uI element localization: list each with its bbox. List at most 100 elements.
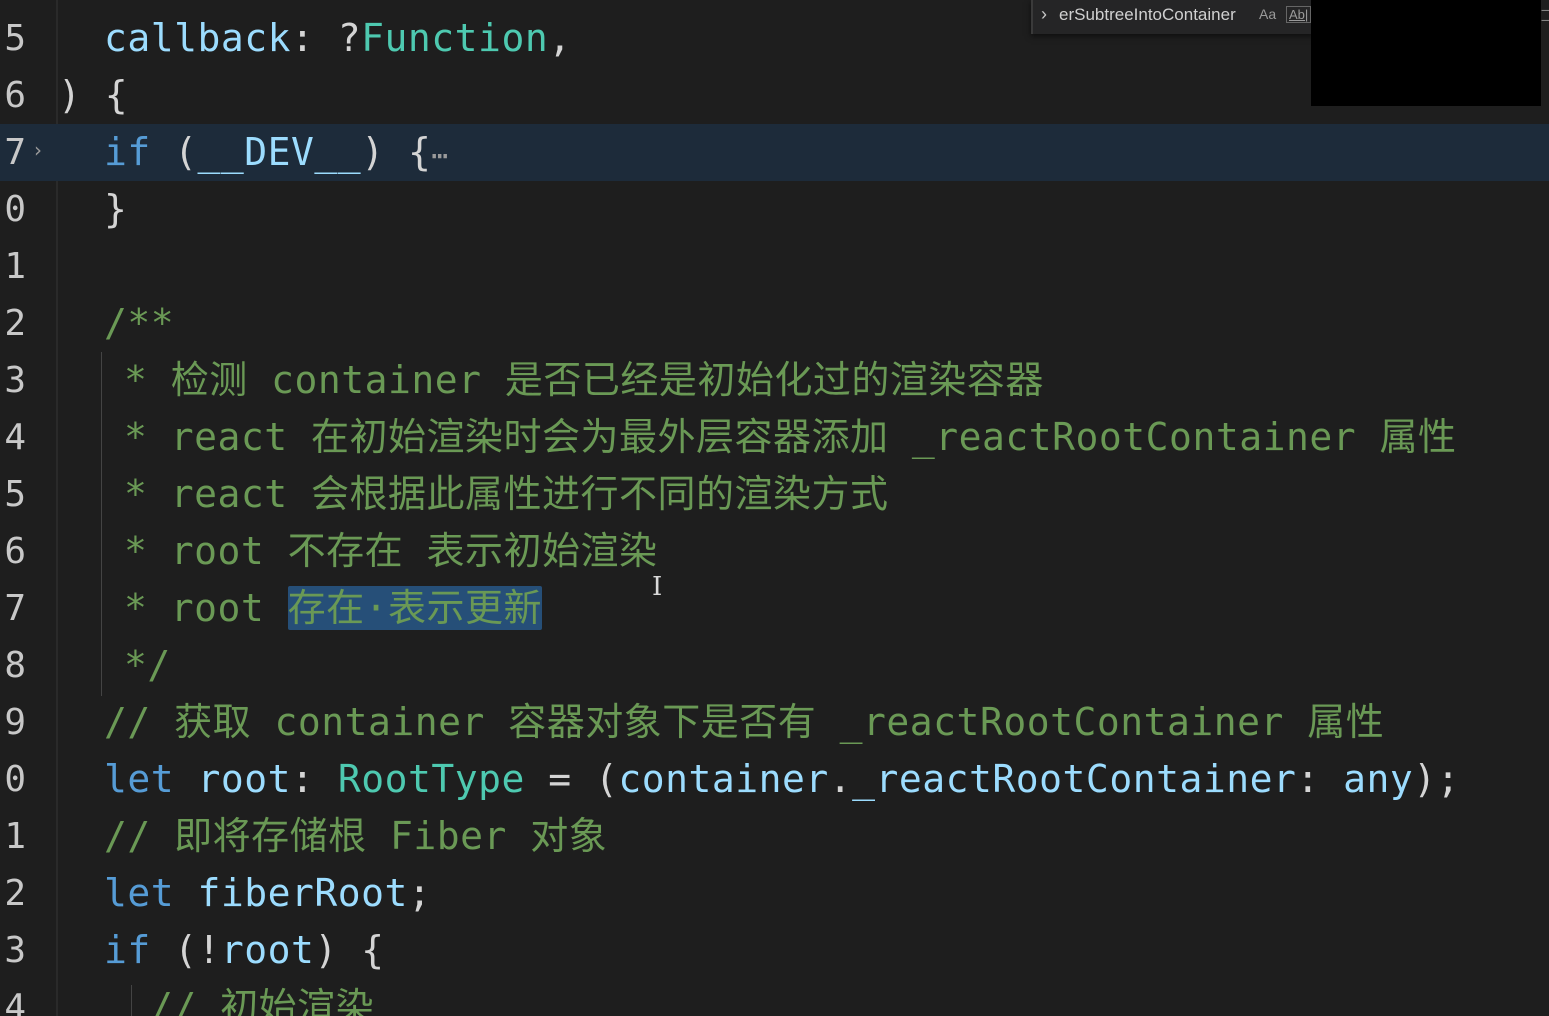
line-number: 4: [4, 987, 26, 1016]
code-token: ) {: [361, 130, 432, 174]
code-text[interactable]: if (__DEV__) {⋯: [104, 124, 449, 184]
code-text[interactable]: let root: RootType = (container._reactRo…: [104, 751, 1460, 808]
code-line[interactable]: 2 let fiberRoot;: [0, 865, 1549, 922]
line-number: 8: [4, 645, 26, 686]
code-line[interactable]: 5 * react 会根据此属性进行不同的渲染方式: [0, 466, 1549, 523]
code-token: */: [124, 643, 171, 687]
code-line[interactable]: 1 // 即将存储根 Fiber 对象: [0, 808, 1549, 865]
fold-chevron-icon[interactable]: ›: [34, 138, 42, 162]
code-token: if: [104, 928, 151, 972]
code-text[interactable]: // 获取 container 容器对象下是否有 _reactRootConta…: [104, 694, 1384, 751]
line-number: 5: [4, 18, 26, 59]
code-token: // 即将存储根 Fiber 对象: [104, 814, 608, 858]
code-text[interactable]: if (!root) {: [104, 922, 385, 979]
code-token: fiberRoot: [197, 871, 408, 915]
code-line[interactable]: 0}: [0, 181, 1549, 238]
code-line[interactable]: 3 if (!root) {: [0, 922, 1549, 979]
code-editor[interactable]: 5 callback: ?Function, 6 ) { 7 › if (__DEV__) …: [0, 0, 1549, 1016]
find-input[interactable]: erSubtreeIntoContainer: [1059, 5, 1236, 25]
code-line[interactable]: 4 * react 在初始渲染时会为最外层容器添加 _reactRootConta…: [0, 409, 1549, 466]
code-line[interactable]: 0 let root: RootType = (container._reactR…: [0, 751, 1549, 808]
code-token: if: [104, 130, 151, 174]
code-token: any: [1343, 757, 1414, 801]
code-line[interactable]: 2 /**: [0, 295, 1549, 352]
code-text[interactable]: // 初始渲染: [150, 979, 374, 1016]
code-token: Function: [361, 16, 549, 60]
code-token: }: [104, 187, 128, 231]
line-number: 3: [4, 930, 26, 971]
code-token: );: [1413, 757, 1461, 801]
code-text[interactable]: // 即将存储根 Fiber 对象: [104, 808, 607, 865]
minimap[interactable]: ——: [1541, 6, 1549, 26]
code-text[interactable]: /**: [104, 295, 174, 352]
code-line[interactable]: 9 // 获取 container 容器对象下是否有 _reactRootCont…: [0, 694, 1549, 751]
code-text[interactable]: * react 会根据此属性进行不同的渲染方式: [124, 466, 889, 523]
code-text[interactable]: * root 不存在 表示初始渲染: [124, 523, 658, 580]
code-line[interactable]: 6 * root 不存在 表示初始渲染: [0, 523, 1549, 580]
code-token: root: [220, 928, 315, 972]
match-case-toggle[interactable]: Aa: [1259, 6, 1276, 22]
line-number: 9: [4, 702, 26, 743]
code-token: :: [291, 757, 338, 801]
code-token: ;: [407, 871, 432, 915]
line-number: 4: [4, 417, 26, 458]
line-number: 2: [4, 303, 26, 344]
line-number: 6: [4, 531, 26, 572]
text-cursor-icon: I: [652, 572, 663, 602]
line-number: 7: [4, 132, 26, 173]
code-token: root: [197, 757, 292, 801]
code-token: RootType: [337, 757, 525, 801]
find-widget[interactable]: › erSubtreeIntoContainer Aa Ab|: [1031, 0, 1313, 34]
code-line[interactable]: 8 */: [0, 637, 1549, 694]
code-token: * react 会根据此属性进行不同的渲染方式: [124, 472, 889, 516]
code-token: * root 不存在 表示初始渲染: [124, 529, 658, 573]
code-token: * react 在初始渲染时会为最外层容器添加 _reactRootContai…: [124, 415, 1457, 459]
code-text[interactable]: */: [124, 637, 171, 694]
line-number: 5: [4, 474, 26, 515]
code-line[interactable]: 3 * 检测 container 是否已经是初始化过的渲染容器: [0, 352, 1549, 409]
code-token: (!: [150, 928, 221, 972]
code-text[interactable]: * root 存在·表示更新: [124, 580, 543, 637]
code-token: // 获取 container 容器对象下是否有 _reactRootConta…: [104, 700, 1385, 744]
line-number: 1: [4, 246, 26, 287]
code-text[interactable]: ) {: [58, 67, 128, 124]
code-token: let: [104, 871, 175, 915]
whole-word-toggle[interactable]: Ab|: [1286, 6, 1312, 23]
code-text[interactable]: callback: ?Function,: [104, 10, 572, 67]
code-text[interactable]: * 检测 container 是否已经是初始化过的渲染容器: [124, 352, 1044, 409]
code-token: .: [828, 757, 853, 801]
line-number: 6: [4, 75, 26, 116]
code-text[interactable]: }: [104, 181, 127, 238]
code-token: callback: [104, 16, 292, 60]
code-token: // 初始渲染: [150, 985, 375, 1016]
code-token: ) {: [58, 73, 129, 117]
code-token: * root: [124, 586, 288, 630]
code-line[interactable]: 4 // 初始渲染: [0, 979, 1549, 1016]
line-number: 0: [4, 759, 26, 800]
code-token: = (: [524, 757, 619, 801]
code-token: : ?: [291, 16, 362, 60]
code-line[interactable]: 1: [0, 238, 1549, 295]
code-token: let: [104, 757, 175, 801]
selected-text: 存在·表示更新: [287, 586, 543, 630]
code-token: ,: [548, 16, 572, 60]
code-token: ) {: [314, 928, 385, 972]
code-token: /**: [104, 301, 175, 345]
code-line[interactable]: 7 › if (__DEV__) {⋯: [0, 124, 1549, 181]
code-token: __DEV__: [197, 130, 362, 174]
line-number: 0: [4, 189, 26, 230]
code-line[interactable]: 7 * root 存在·表示更新: [0, 580, 1549, 637]
chevron-right-icon[interactable]: ›: [1041, 4, 1047, 25]
code-token: * 检测 container 是否已经是初始化过的渲染容器: [124, 358, 1044, 402]
line-number: 3: [4, 360, 26, 401]
code-text[interactable]: * react 在初始渲染时会为最外层容器添加 _reactRootContai…: [124, 409, 1456, 466]
code-token: container: [618, 757, 829, 801]
code-text[interactable]: let fiberRoot;: [104, 865, 431, 922]
code-token: :: [1296, 757, 1344, 801]
overlay-block: [1311, 0, 1541, 106]
line-number: 7: [4, 588, 26, 629]
collapsed-region-marker[interactable]: ⋯: [431, 139, 448, 172]
line-number: 1: [4, 816, 26, 857]
